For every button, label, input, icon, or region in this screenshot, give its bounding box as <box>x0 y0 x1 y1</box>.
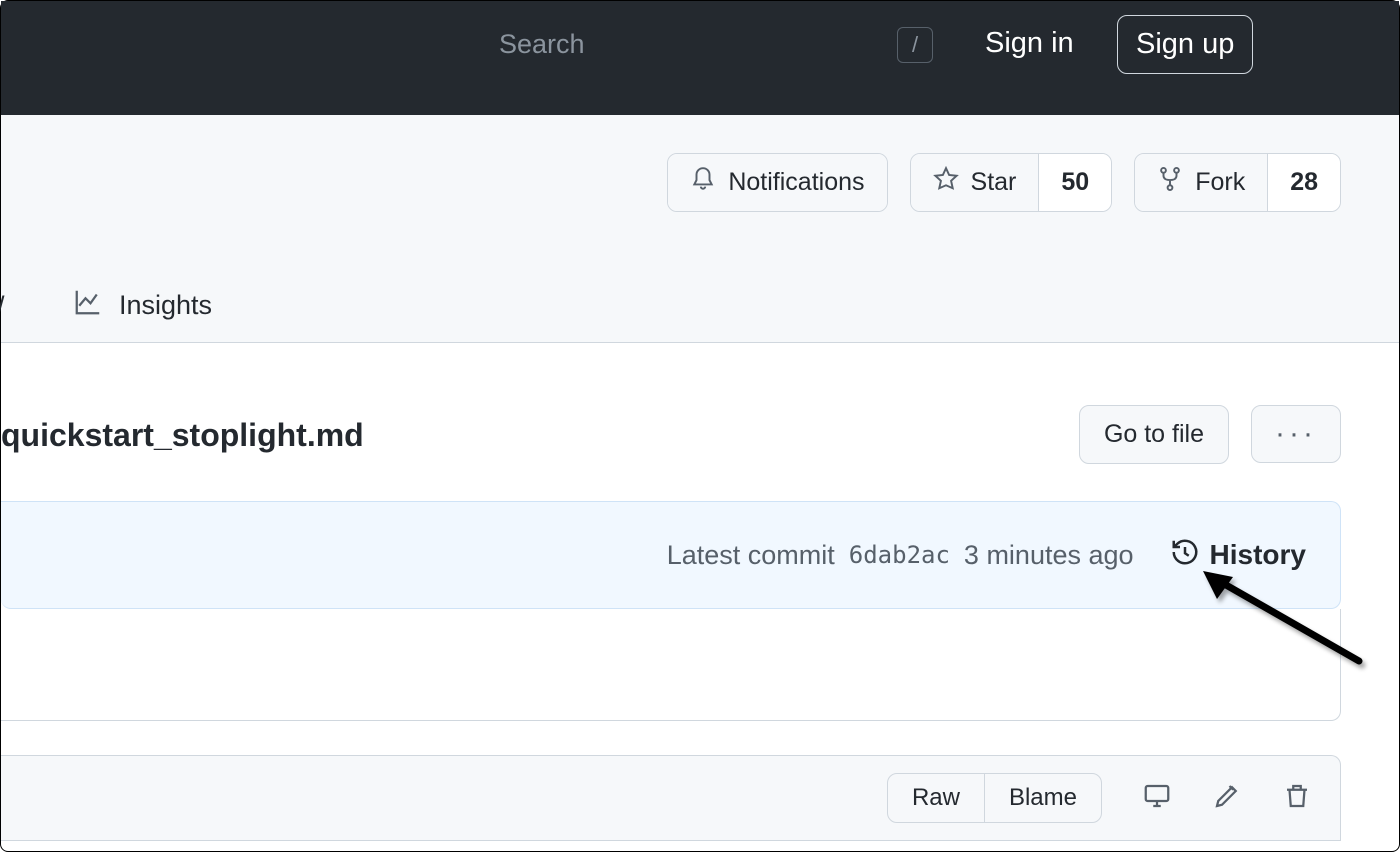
repo-subheader: Notifications Star 50 Fork 28 / <box>1 115 1399 343</box>
sign-up-button[interactable]: Sign up <box>1117 15 1253 74</box>
history-link[interactable]: History <box>1170 537 1306 574</box>
slash-key-badge: / <box>897 27 933 63</box>
star-icon <box>933 166 959 199</box>
file-toolbar: Raw Blame <box>1 755 1341 841</box>
history-label: History <box>1210 539 1306 571</box>
raw-button[interactable]: Raw <box>888 774 984 822</box>
star-button-group[interactable]: Star 50 <box>910 153 1113 212</box>
blame-button[interactable]: Blame <box>984 774 1101 822</box>
commit-hash[interactable]: 6dab2ac <box>849 541 950 569</box>
fork-label: Fork <box>1195 168 1245 197</box>
go-to-file-button[interactable]: Go to file <box>1079 405 1229 464</box>
file-body-placeholder <box>1 609 1341 721</box>
fork-icon <box>1157 166 1183 199</box>
edit-icon[interactable] <box>1212 781 1242 816</box>
action-row: Notifications Star 50 Fork 28 <box>667 153 1341 212</box>
notifications-button[interactable]: Notifications <box>667 153 887 212</box>
fork-button-group[interactable]: Fork 28 <box>1134 153 1341 212</box>
kebab-icon: ··· <box>1275 417 1317 451</box>
tab-insights-label: Insights <box>119 290 212 321</box>
graph-icon <box>73 287 103 324</box>
file-title-row: quickstart_stoplight.md Go to file ··· <box>1 343 1399 501</box>
tab-insights[interactable]: Insights <box>73 287 212 324</box>
star-count[interactable]: 50 <box>1038 154 1111 211</box>
raw-blame-group: Raw Blame <box>887 773 1102 823</box>
commit-bar: Latest commit 6dab2ac 3 minutes ago Hist… <box>1 501 1341 609</box>
sign-in-link[interactable]: Sign in <box>985 27 1074 60</box>
star-label: Star <box>971 168 1017 197</box>
gap <box>1 721 1399 755</box>
more-actions-button[interactable]: ··· <box>1251 405 1341 463</box>
latest-commit-label: Latest commit <box>667 540 835 571</box>
file-name: quickstart_stoplight.md <box>1 417 364 454</box>
site-header: / Sign in Sign up <box>1 1 1399 115</box>
tab-partial-prev[interactable]: / <box>0 291 5 322</box>
notifications-label: Notifications <box>728 168 864 197</box>
desktop-icon[interactable] <box>1142 781 1172 816</box>
history-icon <box>1170 537 1200 574</box>
fork-count[interactable]: 28 <box>1267 154 1340 211</box>
delete-icon[interactable] <box>1282 781 1312 816</box>
commit-time: 3 minutes ago <box>964 540 1134 571</box>
search-input[interactable] <box>499 29 799 60</box>
bell-icon <box>690 166 716 199</box>
